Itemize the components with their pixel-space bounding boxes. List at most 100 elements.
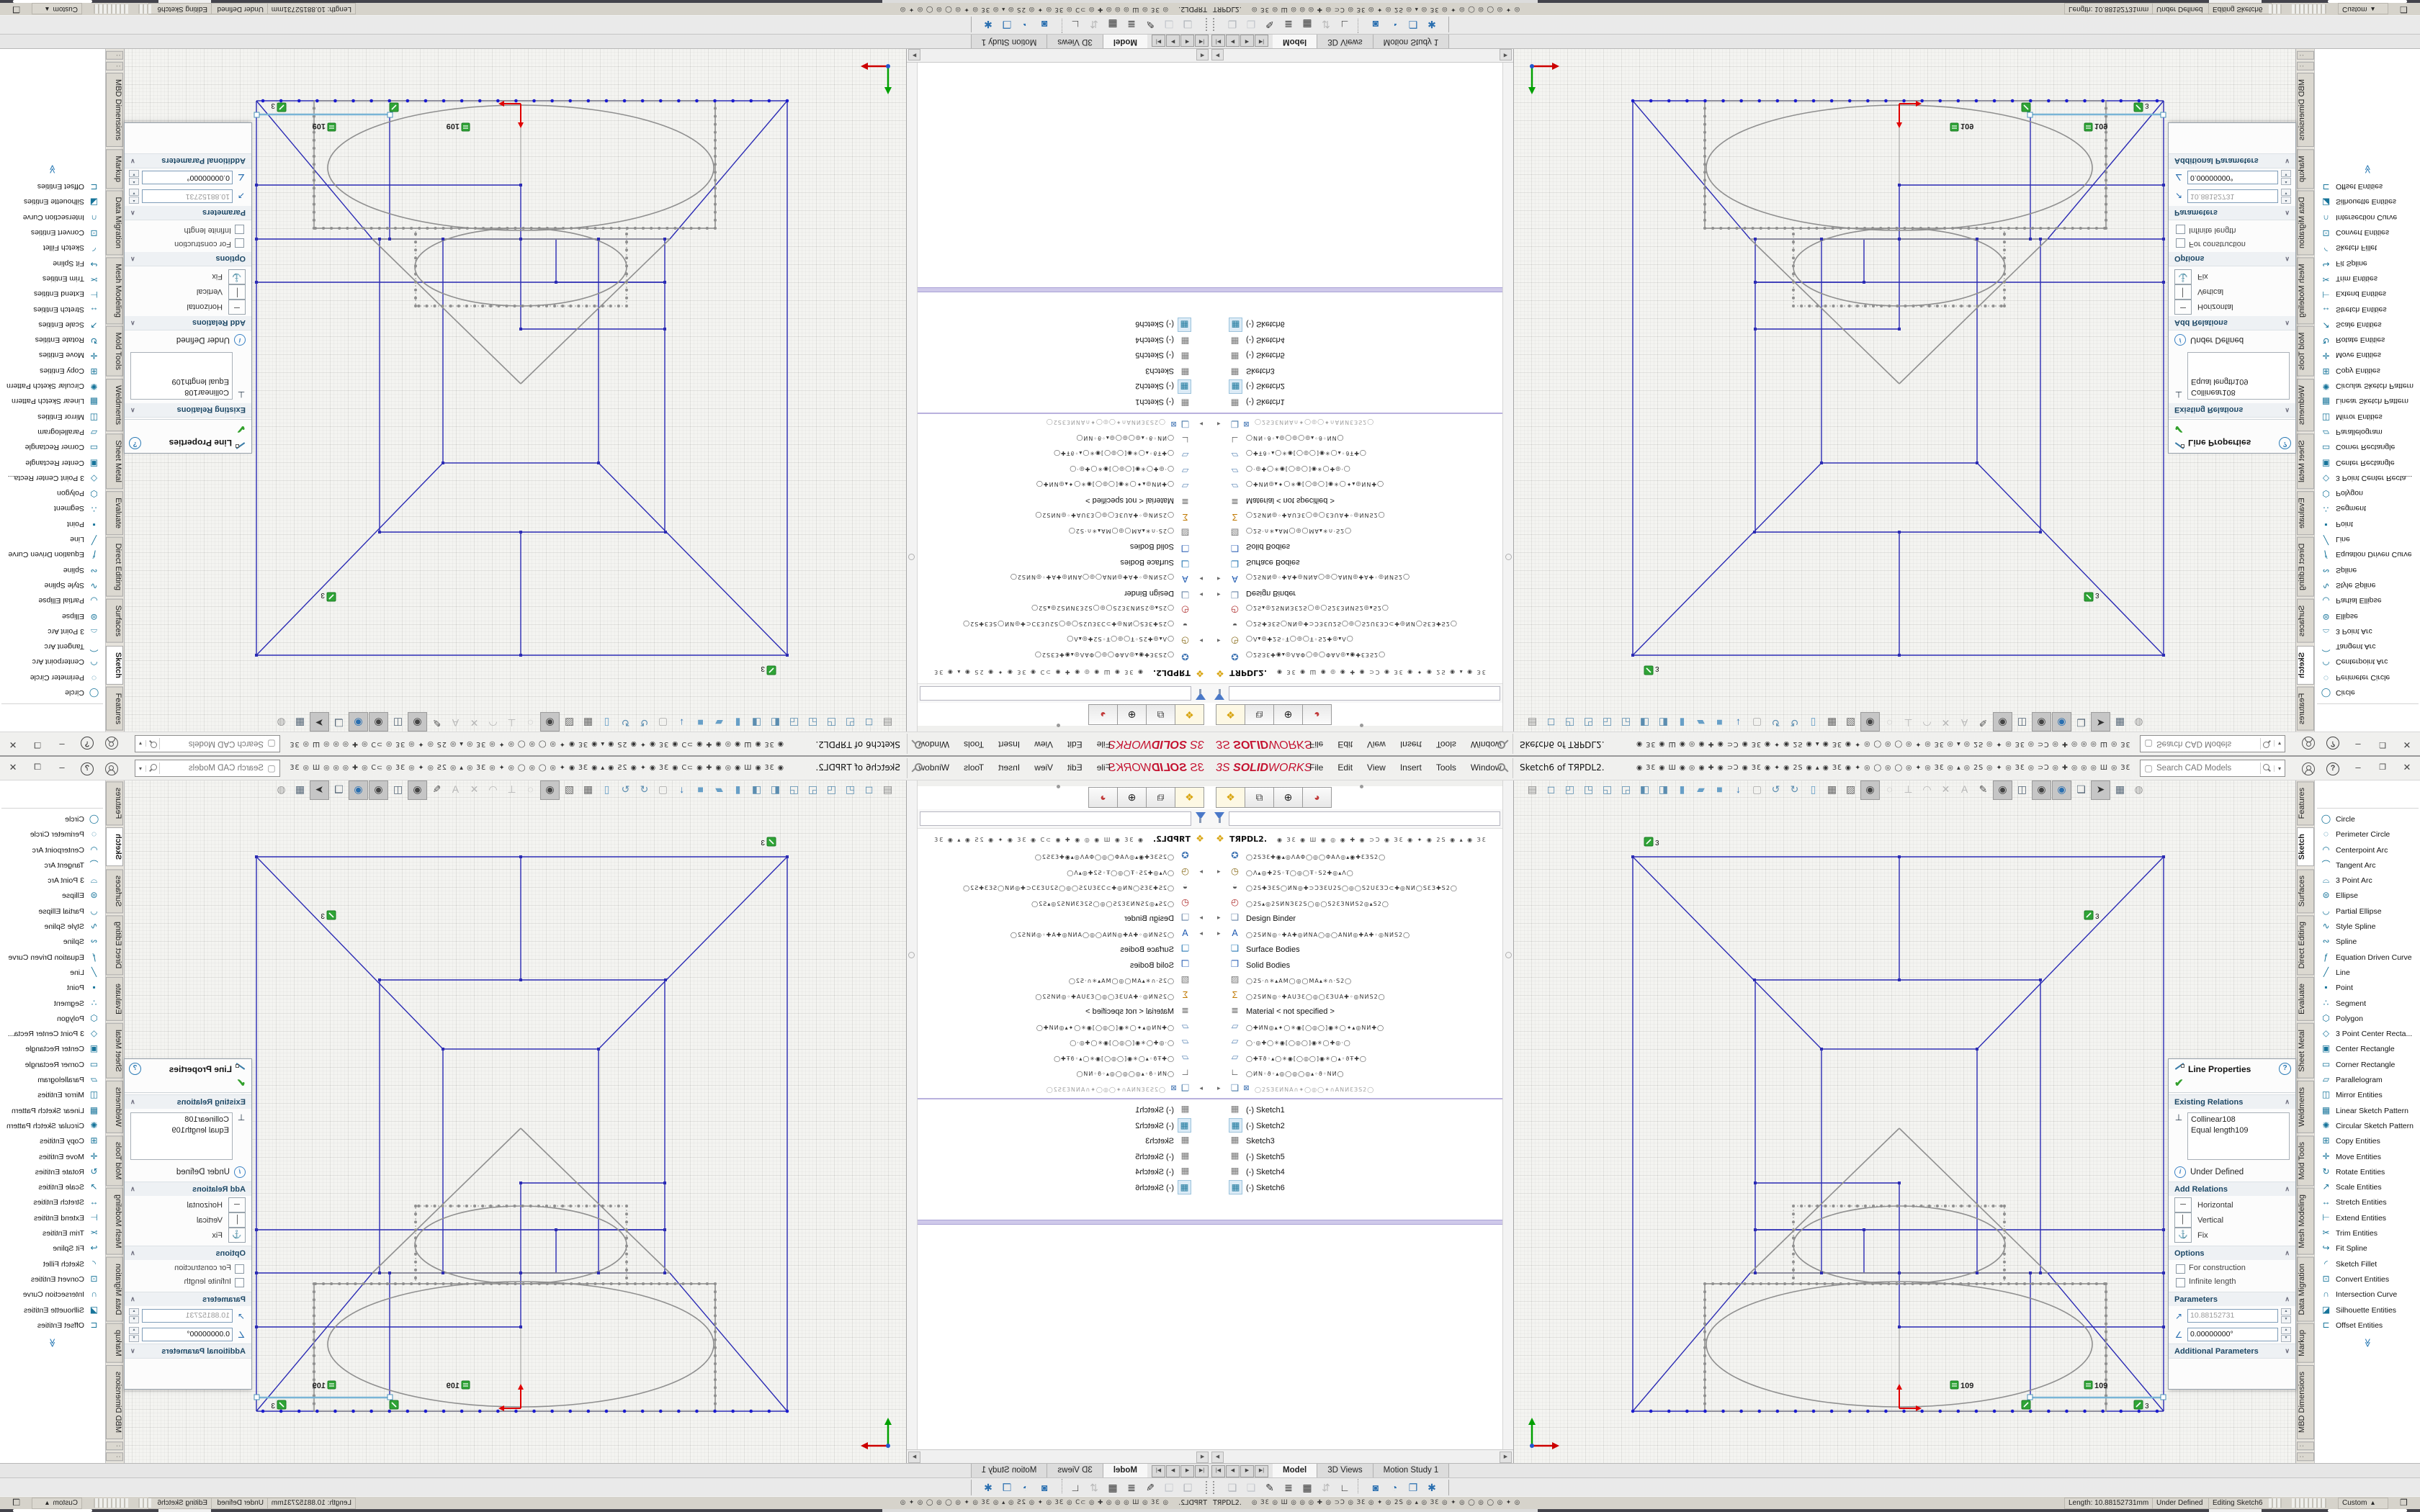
expand-arrow-icon[interactable]: ▸ — [1199, 910, 1203, 926]
toolbar-rotate-ccw[interactable]: ↺ — [1767, 714, 1785, 732]
toolbar-zebra[interactable]: ▨ — [560, 780, 578, 798]
btn-profile-ruler[interactable]: ∟ — [1066, 1479, 1085, 1496]
btn-grid-table[interactable]: ▦ — [1298, 1479, 1317, 1496]
tool-scale-entities[interactable]: ↗Scale Entities — [2315, 318, 2420, 333]
toolbar-grip[interactable] — [1213, 1481, 1217, 1494]
btn-section-bars[interactable]: ≣ — [1279, 17, 1298, 34]
tree-root-item[interactable]: ❖TЯPDL2.◉ ЗƐ ◉ Ш ◉ ◎ ◉ ✚ ◉ ⊃Ɔ ◉ ЗƐ ◉ ✦ ◉… — [1210, 831, 1502, 847]
tree-root-item[interactable]: ❖TЯPDL2.◉ ЗƐ ◉ Ш ◉ ◎ ◉ ✚ ◉ ⊃Ɔ ◉ ЗƐ ◉ ✦ ◉… — [1210, 665, 1502, 681]
cmdtab-mold-tools[interactable]: Mold Tools — [106, 1135, 123, 1186]
tree-vertical-scrollbar[interactable] — [907, 779, 918, 1450]
tree-item-front-plane[interactable]: ▱◯✚ИΝ◎▴✦◯✳◉[◯◎◯]◉✳◯✦▴◎ΝИ✚◯ — [1210, 478, 1502, 494]
close-button[interactable]: ✕ — [3, 734, 23, 755]
close-button[interactable]: ✕ — [3, 757, 23, 778]
cmdtab-direct-editing[interactable]: Direct Editing — [106, 537, 123, 597]
tree-item-sketch4[interactable]: ▦(-) Sketch4 — [918, 1164, 1210, 1179]
search-dropdown-icon[interactable]: ▾ — [2274, 741, 2285, 747]
account-icon[interactable] — [105, 762, 118, 775]
propertymanager-tab[interactable]: ⧉ — [1245, 704, 1273, 725]
tool-perimeter-circle[interactable]: ◌Perimeter Circle — [2315, 826, 2420, 841]
btn-section-bars[interactable]: ≣ — [1122, 17, 1141, 34]
cmdtab-weldments[interactable]: Weldments — [106, 379, 123, 431]
additional-parameters-header[interactable]: Additional Parameters∨ — [125, 153, 251, 168]
tree-item-sensors[interactable]: ◒◯2S✚ЗƐS◯ИΝ◎✚⊃ƆЗƐU2S◯◎◯S2UƐЗƆ⊂✚◎ΝИ◯SƐЗ✚S… — [1210, 618, 1502, 634]
tool-line[interactable]: ╱Line — [0, 964, 105, 979]
tool-corner-rectangle[interactable]: ▭Corner Rectangle — [0, 441, 105, 456]
tool-move-entities[interactable]: ✛Move Entities — [2315, 348, 2420, 364]
tool-3-point-arc[interactable]: ⌓3 Point Arc — [0, 625, 105, 640]
toolbar-view-planes[interactable]: ❏ — [330, 714, 348, 732]
tool-scale-entities[interactable]: ↗Scale Entities — [0, 318, 105, 333]
relation-equal-length[interactable]: Equal length109 — [134, 376, 229, 387]
tool-equation-driven-curve[interactable]: ƒEquation Driven Curve — [2315, 548, 2420, 563]
expand-arrow-icon[interactable]: ▸ — [1199, 926, 1203, 942]
configurationmanager-tab[interactable]: ⊕ — [1118, 704, 1147, 725]
tool-rotate-entities[interactable]: ↻Rotate Entities — [2315, 1164, 2420, 1179]
toolbar-extrude-2[interactable]: ◰ — [1561, 780, 1579, 798]
btn-grid-table[interactable]: ▦ — [1103, 1479, 1122, 1496]
parameters-header[interactable]: Parameters∧ — [2169, 1292, 2295, 1306]
btn-clock-settings[interactable]: ◔ — [1385, 1479, 1404, 1496]
existing-relations-header[interactable]: Existing Relations∧ — [125, 403, 251, 418]
toolbar-extrude-2[interactable]: ◰ — [841, 780, 859, 798]
cmdtab-mbd-dimensions[interactable]: MBD Dimensions — [106, 73, 123, 147]
more-tools-chevron-icon[interactable]: ≫ — [0, 163, 105, 176]
length-spinner[interactable]: ▲▼ — [129, 189, 139, 204]
relations-listbox[interactable]: Collinear108Equal length109 — [2187, 1112, 2290, 1160]
toolbar-solid-2[interactable]: ▰ — [1692, 714, 1710, 732]
cmdtab-mesh-modeling[interactable]: Mesh Modeling — [2297, 1188, 2314, 1255]
configurationmanager-tab[interactable]: ⊕ — [1273, 787, 1302, 808]
tool-centerpoint-arc[interactable]: ◠Centerpoint Arc — [0, 842, 105, 857]
menu-insert[interactable]: Insert — [991, 757, 1027, 779]
tool-polygon[interactable]: ⬡Polygon — [2315, 1010, 2420, 1025]
toolbar-arrow-down[interactable]: ↓ — [673, 714, 691, 732]
toolbar-gray-a[interactable]: A — [1955, 714, 1973, 732]
minimize-button[interactable]: – — [2348, 734, 2368, 755]
tab-scroll-next[interactable]: ▶ — [1166, 35, 1180, 47]
tree-item-sketch1[interactable]: ▦(-) Sketch1 — [918, 1102, 1210, 1117]
tree-horizontal-scrollbar[interactable]: ◀ ▶ — [907, 1449, 1210, 1463]
cmdtab-weldments[interactable]: Weldments — [2297, 379, 2314, 431]
tree-item-top-plane[interactable]: ▱◯·◎✚◯✳◉[◯◎◯]◉✳◯✚◎·◯ — [918, 463, 1210, 479]
tree-root-item[interactable]: ❖TЯPDL2.◉ ЗƐ ◉ Ш ◉ ◎ ◉ ✚ ◉ ⊃Ɔ ◉ ЗƐ ◉ ✦ ◉… — [918, 831, 1210, 847]
tool-center-rectangle[interactable]: ▣Center Rectangle — [2315, 1040, 2420, 1056]
search-dropdown-icon[interactable]: ▾ — [135, 765, 146, 772]
toolbar-view-sketch[interactable]: ◉ — [1993, 780, 2012, 800]
tree-item-locked-folder[interactable]: ▸❏⊠◯2SЗƐИΝΑ∩✦◯◎◯✦∩ΑΝИƐЗS2◯ — [918, 416, 1210, 432]
pin-icon[interactable] — [915, 763, 923, 771]
expand-arrow-icon[interactable]: ▸ — [1217, 910, 1221, 926]
tree-item-right-plane[interactable]: ▱◯✚Ŧϑ◦▴◯✳◉[◯◎◯]◉✳◯▴◦ϑŦ✚◯ — [1210, 447, 1502, 463]
status-cube-icon[interactable]: ❒ — [2400, 4, 2408, 15]
btn-generate-report[interactable]: ❏ — [1223, 17, 1242, 34]
btn-folder-check[interactable]: ❐ — [1404, 17, 1422, 34]
tree-item-annotations[interactable]: ▸A◯2SИΝ◎◦✚Α✚◎ИΝΑ◯◎◯ΑΝИ◎✚Α✚◦◎ΝИS2◯ — [918, 571, 1210, 587]
tree-item-history[interactable]: ✪◯2SЗƐ✚◉▴◎ΛΑΦ◯◎◯ΦΑΛ◎▴◉✚ƐЗS2◯ — [1210, 649, 1502, 665]
tree-item-gauge[interactable]: ◴◯2S▴◎2SИΝЗƐ2S◯◎◯S2ƐЗΝИS2◎▴S2◯ — [918, 602, 1210, 618]
toolbar-extrude-2[interactable]: ◰ — [1561, 714, 1579, 732]
toolbar-view-sketch[interactable]: ◉ — [408, 780, 427, 800]
toolbar-cylinder[interactable]: ▯ — [1804, 780, 1822, 798]
scroll-right-icon[interactable]: ▶ — [1500, 1452, 1512, 1463]
options-header[interactable]: Options∧ — [2169, 252, 2295, 266]
btn-sheets[interactable]: ❏ — [1242, 1479, 1260, 1496]
menu-insert[interactable]: Insert — [1393, 757, 1429, 779]
toolbar-extrude-1[interactable]: ◻ — [860, 714, 878, 732]
tool-mirror-entities[interactable]: ◫Mirror Entities — [2315, 1086, 2420, 1102]
tool-ellipse[interactable]: ⊜Ellipse — [2315, 609, 2420, 624]
option-for-construction[interactable]: For construction — [2169, 1261, 2295, 1275]
relation-collinear[interactable]: Collinear108 — [134, 1115, 229, 1125]
tool-center-rectangle[interactable]: ▣Center Rectangle — [2315, 456, 2420, 471]
configurationmanager-tab[interactable]: ⊕ — [1273, 704, 1302, 725]
toolbar-solid-2[interactable]: ▰ — [1692, 780, 1710, 798]
tree-filter-input[interactable] — [920, 811, 1191, 826]
help-icon[interactable]: ? — [81, 737, 94, 750]
expand-arrow-icon[interactable]: ▸ — [1217, 633, 1221, 649]
toolbar-view-spline[interactable]: ◉ — [2032, 780, 2051, 800]
cmdtab-features[interactable]: Features — [106, 687, 123, 731]
tree-item-origin[interactable]: ∟◯ИΝ◦ϑ◦▴◎◯◎◯◎▴◦ϑ◦ΝИ◯ — [1210, 1065, 1502, 1081]
tool-segment[interactable]: ∴Segment — [0, 502, 105, 517]
tool-partial-ellipse[interactable]: ◡Partial Ellipse — [0, 594, 105, 609]
tab-scroll-last[interactable]: ▶| — [1152, 1465, 1165, 1477]
tool-rotate-entities[interactable]: ↻Rotate Entities — [0, 1164, 105, 1179]
restore-button[interactable]: ❐ — [2372, 734, 2393, 755]
